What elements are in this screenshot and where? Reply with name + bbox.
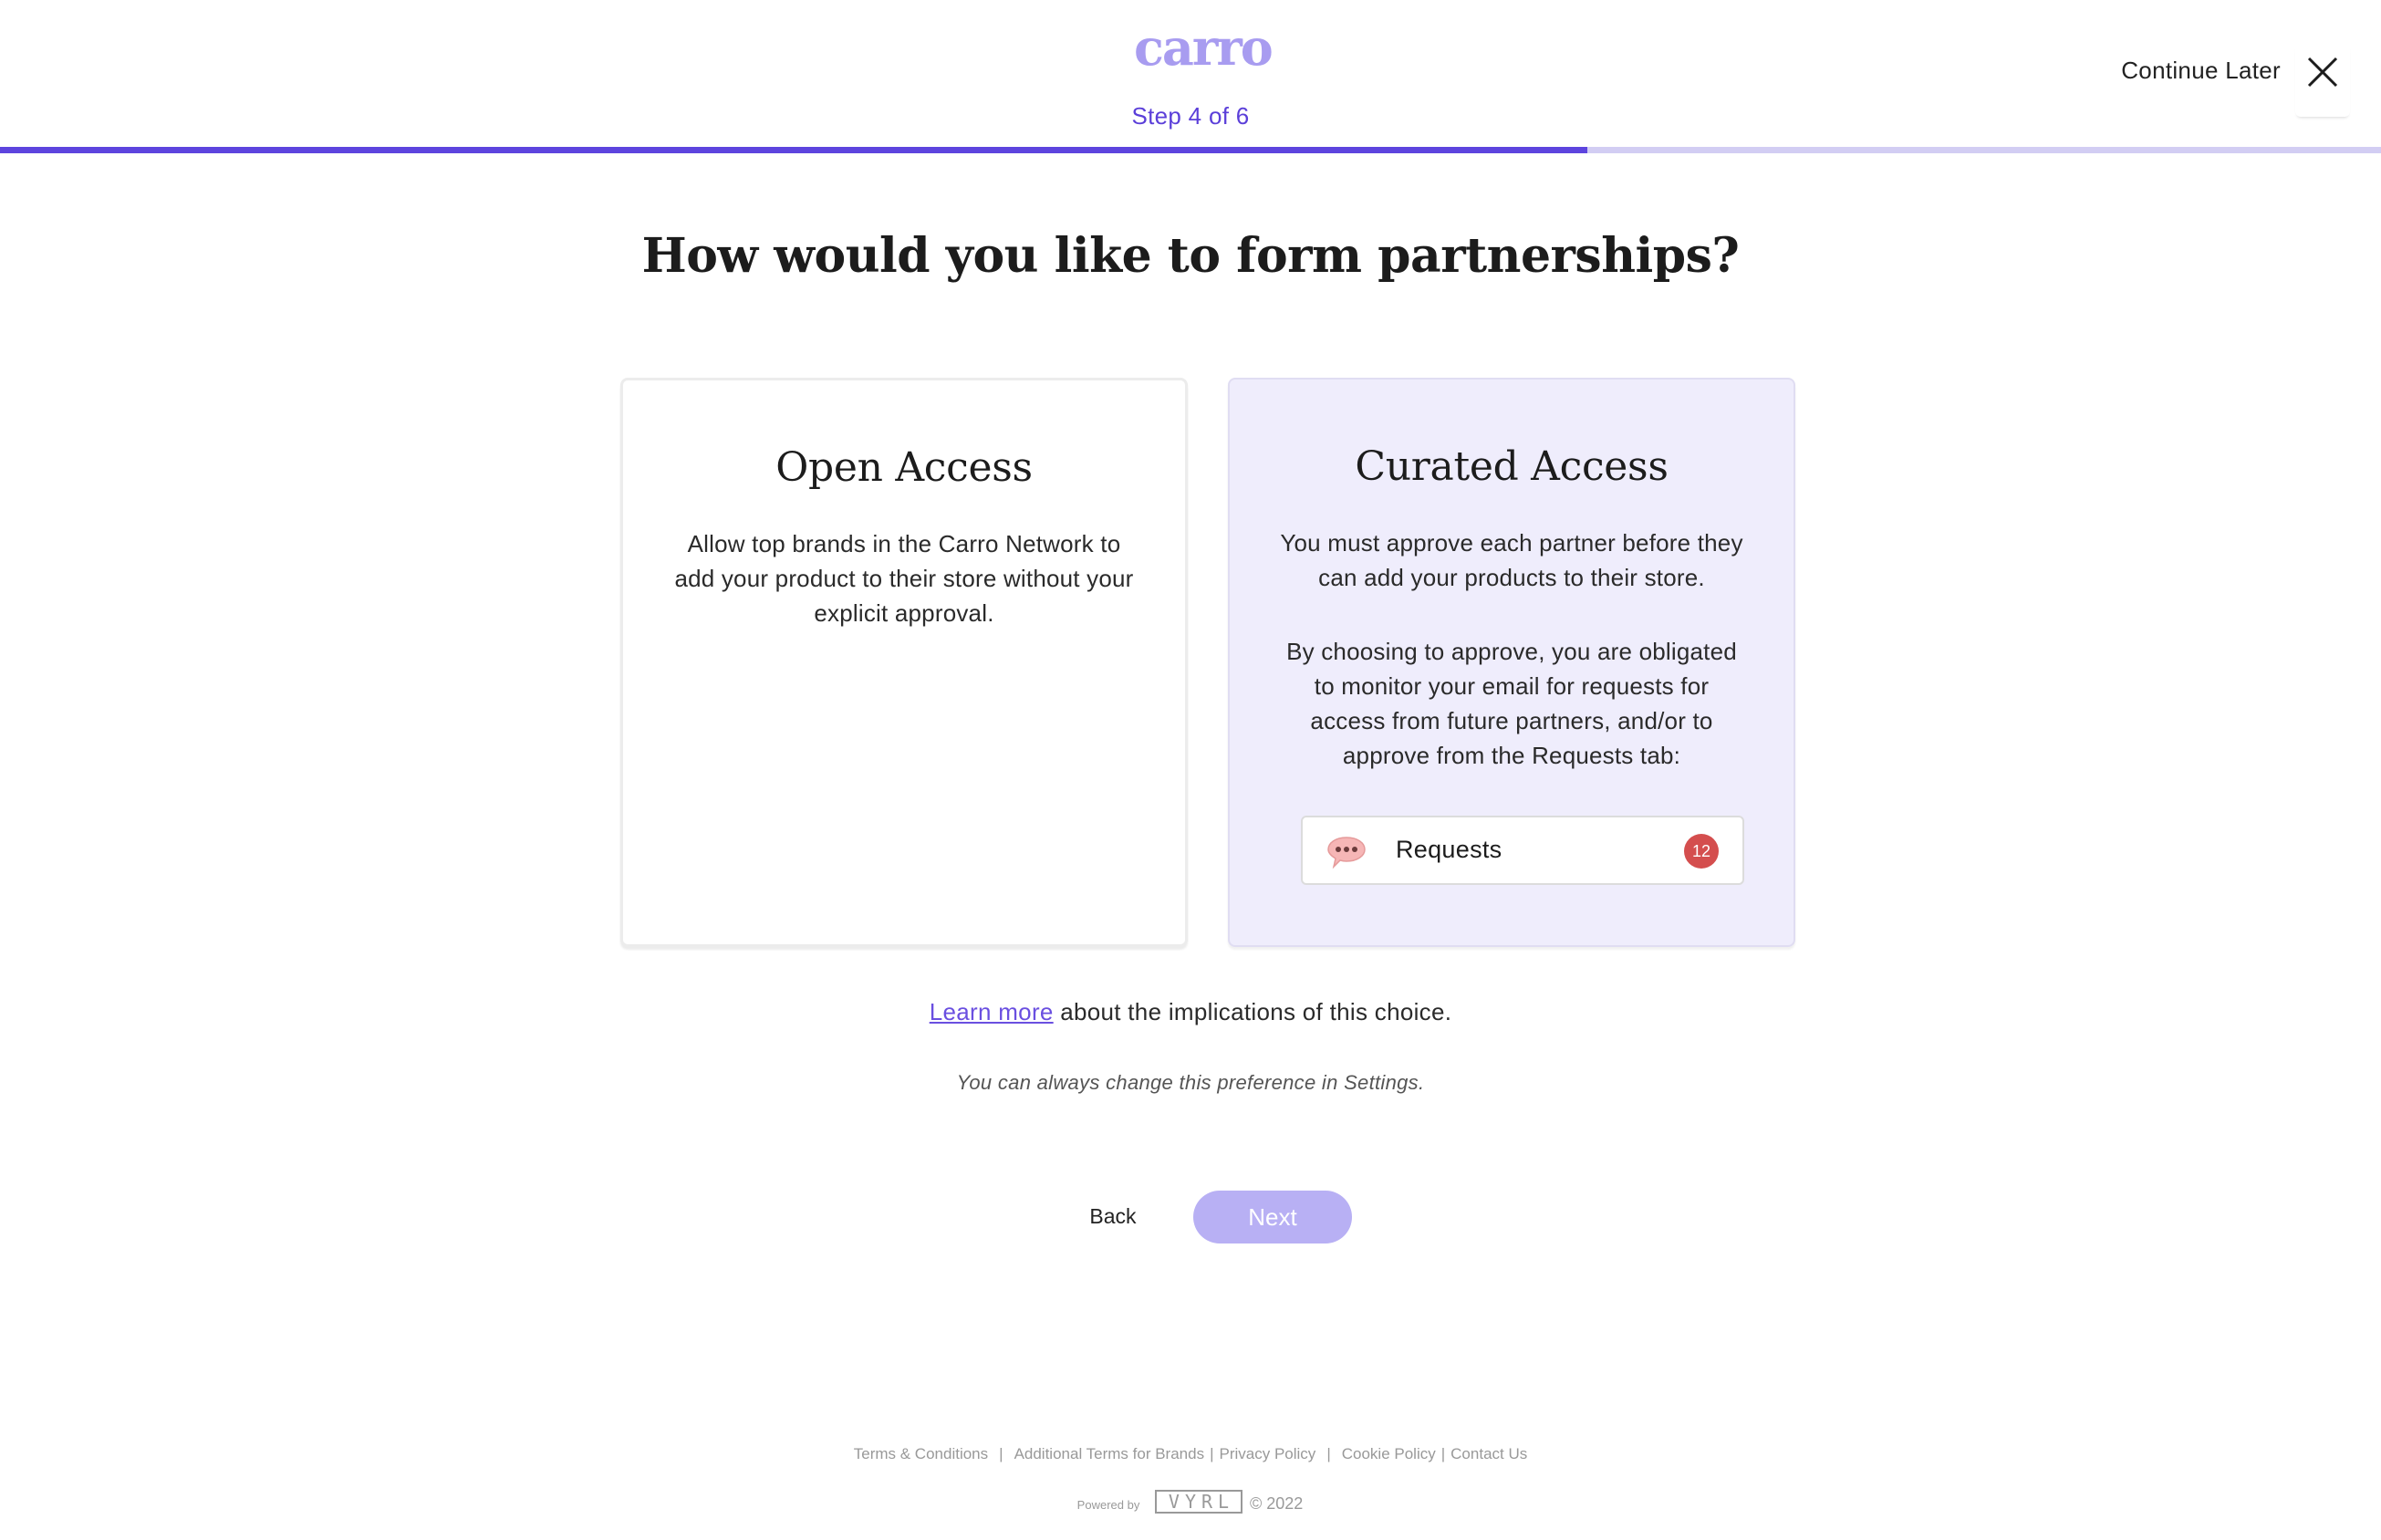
requests-tab-preview: Requests 12 (1301, 816, 1744, 885)
learn-more-link[interactable]: Learn more (930, 998, 1054, 1025)
carro-logo: carro (1134, 18, 1274, 77)
footer-separator: | (1210, 1445, 1214, 1462)
speech-bubble-icon (1327, 837, 1366, 869)
onboarding-page: carro Step 4 of 6 Continue Later How wou… (0, 0, 2381, 1540)
copyright: © 2022 (1250, 1494, 1304, 1513)
progress-bar (0, 147, 2381, 153)
privacy-policy-link[interactable]: Privacy Policy (1220, 1445, 1316, 1462)
step-indicator: Step 4 of 6 (1131, 102, 1250, 130)
curated-access-description: You must approve each partner before the… (1280, 529, 1743, 591)
back-button[interactable]: Back (1067, 1193, 1159, 1239)
footer-separator: | (999, 1445, 1003, 1462)
vyrl-logo: VYRL (1155, 1490, 1242, 1514)
open-access-option[interactable]: Open Access Allow top brands in the Carr… (620, 378, 1188, 947)
cookie-policy-link[interactable]: Cookie Policy (1342, 1445, 1436, 1462)
terms-link[interactable]: Terms & Conditions (854, 1445, 988, 1462)
curated-access-obligation: By choosing to approve, you are obligate… (1286, 638, 1737, 769)
learn-more-line: Learn more about the implications of thi… (0, 998, 2381, 1026)
open-access-title: Open Access (775, 444, 1033, 491)
open-access-description: Allow top brands in the Carro Network to… (674, 530, 1134, 627)
close-icon (2307, 57, 2338, 88)
page-title: How would you like to form partnerships? (641, 228, 1740, 284)
contact-us-link[interactable]: Contact Us (1450, 1445, 1527, 1462)
progress-bar-fill (0, 147, 1588, 153)
footer-separator: | (1326, 1445, 1331, 1462)
requests-count-badge: 12 (1684, 834, 1719, 869)
curated-access-title: Curated Access (1355, 443, 1669, 490)
close-button[interactable] (2295, 44, 2350, 117)
footer-links: Terms & Conditions | Additional Terms for … (0, 1445, 2381, 1463)
next-button[interactable]: Next (1193, 1191, 1352, 1243)
learn-more-text: about the implications of this choice. (1053, 998, 1452, 1025)
curated-access-option[interactable]: Curated Access You must approve each par… (1228, 378, 1795, 947)
footer-separator: | (1440, 1445, 1446, 1462)
preference-note: You can always change this preference in… (956, 1071, 1425, 1094)
brand-terms-link[interactable]: Additional Terms for Brands (1014, 1445, 1205, 1462)
requests-label: Requests (1396, 836, 1502, 863)
continue-later-button[interactable]: Continue Later (2098, 57, 2281, 85)
powered-by-label: Powered by (1076, 1498, 1140, 1512)
